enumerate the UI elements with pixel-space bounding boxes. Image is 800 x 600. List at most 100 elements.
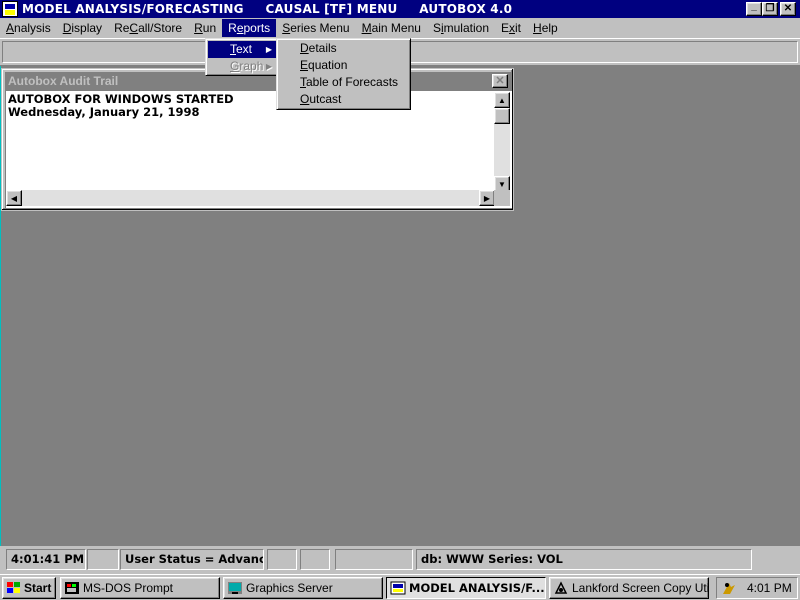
task-label: MS-DOS Prompt bbox=[83, 581, 174, 595]
menu-item-graph[interactable]: Graph ▶ bbox=[208, 58, 278, 75]
status-db-series: db: WWW Series: VOL bbox=[416, 549, 752, 570]
horizontal-scrollbar[interactable]: ◀ ▶ bbox=[6, 190, 495, 206]
close-icon: ✕ bbox=[495, 75, 505, 87]
menu-label-part: S bbox=[432, 21, 441, 35]
menu-item-equation-label: quation bbox=[308, 58, 348, 72]
menu-item-details-label: etails bbox=[308, 41, 337, 55]
menu-item-graph-label: raph bbox=[239, 59, 264, 73]
close-button[interactable]: ✕ bbox=[780, 2, 796, 16]
task-label: Graphics Server bbox=[246, 581, 333, 595]
menu-label-part: M bbox=[361, 21, 372, 35]
status-pane-empty bbox=[87, 549, 119, 570]
menu-label-part: elp bbox=[541, 21, 558, 35]
menu-display[interactable]: Display bbox=[57, 19, 108, 37]
menu-item-equation[interactable]: Equation bbox=[279, 57, 408, 74]
title-bar[interactable]: MODEL ANALYSIS/FORECASTING CAUSAL [TF] M… bbox=[0, 0, 800, 18]
start-label: Start bbox=[24, 581, 52, 595]
close-icon: ✕ bbox=[783, 3, 793, 14]
tray-app-icon[interactable] bbox=[721, 580, 737, 596]
menu-label-part: C bbox=[129, 21, 139, 35]
menu-label-part: ports bbox=[243, 21, 271, 35]
menu-label-part: Re bbox=[114, 21, 130, 35]
menu-item-table-of-forecasts[interactable]: Table of Forecasts bbox=[279, 74, 408, 91]
menu-simulation[interactable]: Simulation bbox=[427, 19, 495, 37]
menu-label-part: it bbox=[515, 21, 522, 35]
menu-run[interactable]: Run bbox=[188, 19, 222, 37]
minimize-icon: _ bbox=[751, 1, 757, 12]
right-arrow-icon: ▶ bbox=[483, 193, 491, 203]
scroll-up-button[interactable]: ▲ bbox=[494, 92, 510, 108]
menu-label-part: ain Menu bbox=[371, 21, 421, 35]
task-label: Lankford Screen Copy Utility bbox=[572, 581, 709, 595]
audit-trail-textarea[interactable]: AUTOBOX FOR WINDOWS STARTED Wednesday, J… bbox=[5, 90, 512, 208]
menu-help[interactable]: Help bbox=[527, 19, 564, 37]
task-ms-dos-prompt[interactable]: MS-DOS Prompt bbox=[60, 577, 220, 599]
menu-recall-store[interactable]: ReCall/Store bbox=[108, 19, 188, 37]
text-submenu: Details Equation Table of Forecasts Outc… bbox=[276, 38, 411, 110]
menu-label-part: H bbox=[533, 21, 542, 35]
task-model-analysis[interactable]: MODEL ANALYSIS/F... bbox=[386, 577, 546, 599]
restore-button[interactable]: ❐ bbox=[762, 2, 778, 16]
menu-item-details-mnemonic: D bbox=[300, 41, 309, 55]
system-tray: 4:01 PM bbox=[716, 577, 798, 599]
menu-main-menu[interactable]: Main Menu bbox=[356, 19, 427, 37]
menu-label-part: R bbox=[228, 21, 237, 35]
menu-label-part: E bbox=[501, 21, 510, 35]
menu-item-graph-mnemonic: G bbox=[230, 59, 240, 73]
menu-bar: Analysis Display ReCall/Store Run Reports Ser… bbox=[0, 18, 800, 38]
task-label: MODEL ANALYSIS/F... bbox=[409, 581, 545, 595]
menu-label-part: eries Menu bbox=[290, 21, 350, 35]
menu-item-details[interactable]: Details bbox=[279, 40, 408, 57]
menu-label-part: R bbox=[194, 21, 203, 35]
status-pane-empty bbox=[300, 549, 330, 570]
menu-item-outcast[interactable]: Outcast bbox=[279, 91, 408, 108]
graphics-server-icon bbox=[228, 582, 242, 594]
menu-label-part: all/Store bbox=[138, 21, 183, 35]
status-pane-empty bbox=[267, 549, 297, 570]
task-lankford-screen-copy[interactable]: Lankford Screen Copy Utility bbox=[549, 577, 709, 599]
audit-trail-window[interactable]: Autobox Audit Trail ✕ AUTOBOX FOR WINDOW… bbox=[1, 68, 514, 211]
status-time: 4:01:41 PM bbox=[6, 549, 86, 570]
autobox-icon bbox=[390, 581, 406, 595]
menu-exit[interactable]: Exit bbox=[495, 19, 527, 37]
menu-label-part: e bbox=[236, 21, 244, 35]
menu-reports[interactable]: Reports bbox=[222, 19, 277, 37]
taskbar: Start MS-DOS Prompt Graphics Server MODE… bbox=[0, 574, 800, 600]
menu-label-part: A bbox=[6, 21, 15, 35]
menu-label-part: S bbox=[282, 21, 291, 35]
menu-analysis[interactable]: Analysis bbox=[0, 19, 57, 37]
menu-item-table-label: able of Forecasts bbox=[306, 75, 399, 89]
minimize-button[interactable]: _ bbox=[746, 2, 762, 16]
menu-item-outcast-mnemonic: O bbox=[300, 92, 310, 106]
vertical-scrollbar[interactable]: ▲ ▼ bbox=[494, 92, 510, 192]
menu-series-menu[interactable]: Series Menu bbox=[276, 19, 355, 37]
ms-dos-icon bbox=[65, 582, 79, 594]
menu-item-outcast-label: utcast bbox=[309, 92, 342, 106]
menu-label-part: isplay bbox=[71, 21, 103, 35]
scroll-left-button[interactable]: ◀ bbox=[6, 190, 22, 206]
size-grip[interactable] bbox=[494, 190, 510, 206]
audit-close-button[interactable]: ✕ bbox=[492, 74, 508, 88]
menu-label-part: mulation bbox=[443, 21, 489, 35]
menu-label-part: nalysis bbox=[14, 21, 51, 35]
status-bar: 4:01:41 PM User Status = Advanced db: WW… bbox=[0, 546, 800, 574]
task-graphics-server[interactable]: Graphics Server bbox=[223, 577, 383, 599]
menu-label-part: un bbox=[202, 21, 217, 35]
submenu-arrow-icon: ▶ bbox=[265, 45, 272, 54]
app-icon[interactable] bbox=[2, 1, 18, 17]
status-user: User Status = Advanced bbox=[120, 549, 264, 570]
status-pane-empty bbox=[335, 549, 413, 570]
screen-copy-icon bbox=[554, 581, 568, 594]
start-button[interactable]: Start bbox=[2, 577, 56, 599]
down-arrow-icon: ▼ bbox=[498, 179, 506, 189]
scroll-thumb[interactable] bbox=[494, 108, 510, 124]
window-title: MODEL ANALYSIS/FORECASTING CAUSAL [TF] M… bbox=[22, 2, 513, 16]
menu-item-equation-mnemonic: E bbox=[300, 58, 309, 72]
tray-clock[interactable]: 4:01 PM bbox=[747, 578, 792, 598]
menu-item-text-label: ext bbox=[236, 42, 253, 56]
menu-item-text[interactable]: Text ▶ bbox=[208, 41, 278, 58]
audit-trail-text: AUTOBOX FOR WINDOWS STARTED Wednesday, J… bbox=[8, 93, 496, 119]
scroll-right-button[interactable]: ▶ bbox=[479, 190, 495, 206]
audit-line: Wednesday, January 21, 1998 bbox=[8, 105, 200, 119]
reports-dropdown: Text ▶ Graph ▶ bbox=[205, 38, 281, 76]
